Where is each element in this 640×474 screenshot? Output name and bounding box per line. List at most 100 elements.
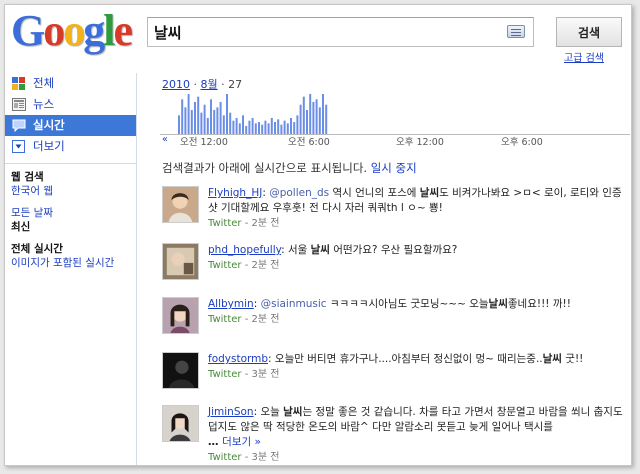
search-input[interactable] [148, 18, 488, 46]
timeline-bar[interactable] [235, 118, 238, 134]
timeline-bar[interactable] [325, 104, 328, 134]
timeline-bar[interactable] [299, 104, 302, 134]
timeline-year-link[interactable]: 2010 [162, 78, 190, 91]
timestamp: 3분 전 [251, 452, 280, 463]
text-after-keyword: 굿!! [561, 353, 584, 365]
timeline-bar[interactable] [283, 120, 286, 134]
timeline-bar[interactable] [210, 99, 212, 134]
timeline-bar[interactable] [306, 110, 308, 134]
timeline-bar[interactable] [184, 107, 187, 134]
timeline-bar[interactable] [248, 120, 251, 134]
user-link[interactable]: fodystormb [208, 353, 268, 365]
timeline-bar[interactable] [190, 110, 193, 134]
nav-item-realtime[interactable]: 실시간 [5, 115, 136, 136]
user-avatar[interactable] [162, 405, 199, 442]
search-button[interactable]: 검색 [556, 17, 622, 47]
keyword-highlight: 날씨 [283, 406, 303, 418]
pause-link[interactable]: 일시 중지 [371, 161, 417, 175]
timeline-bar[interactable] [267, 123, 270, 134]
timeline-bar[interactable] [251, 118, 254, 134]
text-before-keyword: 서울 [284, 244, 311, 256]
nav-item-news[interactable]: 뉴스 [5, 94, 136, 115]
timeline-bar[interactable] [258, 122, 260, 134]
user-link[interactable]: JiminSon [208, 406, 254, 418]
nav-item-more[interactable]: 더보기 [5, 136, 136, 157]
timeline-bar[interactable] [264, 120, 267, 134]
timeline-bar[interactable] [270, 118, 273, 134]
all-dates-link[interactable]: 모든 날짜 [5, 206, 136, 220]
timeline-bar[interactable] [245, 126, 248, 134]
user-link[interactable]: Flyhigh_HJ [208, 187, 262, 199]
text-before-keyword: 역시 언니의 포스에 [329, 187, 420, 199]
result-meta: Twitter - 2분 전 [208, 258, 626, 273]
virtual-keyboard-icon[interactable] [507, 25, 525, 38]
timeline-bar[interactable] [277, 119, 280, 134]
timeline-histogram[interactable] [160, 91, 630, 135]
timeline-bar[interactable] [293, 122, 296, 134]
google-logo[interactable]: Google [11, 8, 133, 54]
timeline-bar[interactable] [222, 115, 225, 134]
user-avatar[interactable] [162, 352, 199, 389]
more-dropdown-icon [12, 140, 25, 153]
timeline-bar[interactable] [322, 94, 324, 134]
result-meta: Twitter - 3분 전 [208, 367, 626, 382]
truncation-ellipsis: … [208, 436, 223, 448]
timeline-bar[interactable] [302, 96, 305, 134]
result-text: fodystormb: 오늘만 버티면 휴가구나....아침부터 정신없이 멍~… [208, 352, 626, 382]
timeline-bar[interactable] [309, 94, 312, 134]
timeline-tick-label: 오후 12:00 [396, 137, 444, 148]
timeline-bar[interactable] [318, 107, 321, 134]
timeline-bar[interactable] [219, 102, 222, 134]
timeline-bar[interactable] [194, 102, 196, 134]
source-label: Twitter [208, 218, 242, 229]
timeline-bar[interactable] [203, 104, 206, 134]
user-link[interactable]: Allbymin [208, 298, 254, 310]
timeline-bar[interactable] [213, 110, 216, 134]
timeline-bar[interactable] [181, 99, 184, 134]
timeline-bar[interactable] [254, 123, 257, 134]
timeline-bar[interactable] [197, 96, 200, 134]
timeline-bar[interactable] [274, 122, 276, 134]
timeline-bar[interactable] [178, 115, 180, 134]
web-search-heading: 웹 검색 [11, 171, 44, 183]
user-separator: : [253, 298, 258, 310]
timeline-bar[interactable] [238, 123, 241, 134]
images-realtime-link[interactable]: 이미지가 포함된 실시간 [5, 256, 136, 270]
timeline-bar[interactable] [206, 118, 209, 134]
timeline-bar[interactable] [261, 124, 264, 134]
result-text: JiminSon: 오늘 날씨는 정말 좋은 것 같습니다. 차를 타고 가면서… [208, 405, 626, 465]
korean-web-link[interactable]: 한국어 웹 [5, 184, 136, 198]
timeline-bar[interactable] [226, 94, 228, 134]
nav-item-all[interactable]: 전체 [5, 73, 136, 94]
timeline-separator: · [221, 78, 225, 91]
user-link[interactable]: phd_hopefully [208, 244, 281, 256]
mention-link[interactable]: @siainmusic [261, 298, 327, 310]
timeline-bar[interactable] [229, 112, 232, 134]
timeline-bar[interactable] [315, 99, 318, 134]
timeline-bar[interactable] [280, 124, 283, 134]
timeline-bar[interactable] [242, 115, 244, 134]
timeline-bar[interactable] [296, 115, 299, 134]
timeline-bar[interactable] [286, 123, 289, 134]
timeline-bar[interactable] [187, 94, 190, 134]
timeline-bar[interactable] [200, 112, 203, 134]
timeline-bar[interactable] [312, 102, 315, 134]
nav-item-label: 실시간 [33, 118, 65, 132]
timeline-bar[interactable] [216, 107, 219, 134]
user-avatar[interactable] [162, 243, 199, 280]
user-avatar[interactable] [162, 186, 199, 223]
timeline-tick-label: 오후 6:00 [501, 137, 543, 148]
keyword-highlight: 날씨 [542, 353, 562, 365]
timeline-tick-label: 오전 12:00 [180, 137, 228, 148]
user-avatar[interactable] [162, 297, 199, 334]
more-link[interactable]: 더보기 » [222, 436, 261, 448]
timeline-bar[interactable] [232, 120, 235, 134]
advanced-search-link[interactable]: 고급 검색 [564, 49, 604, 64]
timestamp: 3분 전 [251, 369, 280, 380]
result-item: Flyhigh_HJ: @pollen_ds 역시 언니의 포스에 날씨도 비켜… [162, 186, 626, 229]
timeline-month-link[interactable]: 8월 [201, 78, 218, 91]
sidebar: 전체 뉴스 실시간 더보기 웹 검색 한국어 웹 모든 날짜 최신 전체 실시간… [5, 73, 137, 465]
timeline-bar[interactable] [290, 118, 292, 134]
timeline-back-icon[interactable]: « [162, 134, 168, 145]
mention-link[interactable]: @pollen_ds [269, 187, 329, 199]
